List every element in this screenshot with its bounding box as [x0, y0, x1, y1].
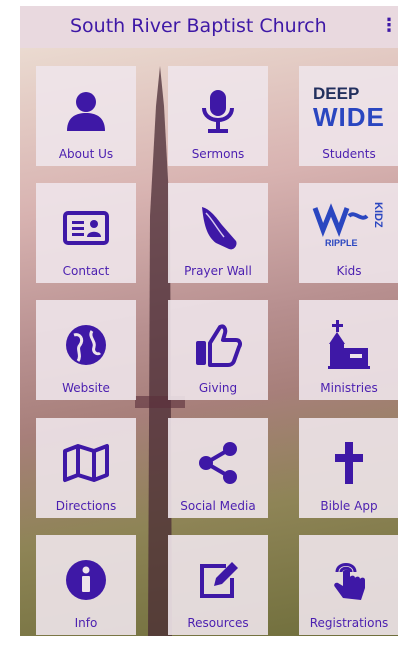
- tile-giving[interactable]: Giving: [168, 300, 268, 400]
- map-icon: [36, 438, 136, 488]
- tile-label: Directions: [55, 499, 117, 513]
- tile-label: Contact: [62, 264, 110, 278]
- touch-icon: [299, 555, 398, 605]
- tile-label: Registrations: [309, 616, 389, 630]
- tile-bible-app[interactable]: Bible App: [299, 418, 398, 518]
- logo-text: WIDE: [313, 102, 385, 132]
- deep-wide-logo: DEEP WIDE: [299, 78, 398, 138]
- tile-resources[interactable]: Resources: [168, 535, 268, 635]
- praying-hands-icon: [168, 203, 268, 253]
- tile-label: Resources: [187, 616, 249, 630]
- person-icon: [36, 86, 136, 136]
- tile-info[interactable]: Info: [36, 535, 136, 635]
- tile-label: Social Media: [180, 499, 256, 513]
- microphone-icon: [168, 86, 268, 136]
- tile-kids[interactable]: RIPPLE KIDZ Kids: [299, 183, 398, 283]
- globe-icon: [36, 320, 136, 370]
- logo-text: RIPPLE: [325, 238, 358, 248]
- edit-icon: [168, 555, 268, 605]
- cross-icon: [299, 438, 398, 488]
- tile-label: Prayer Wall: [184, 264, 252, 278]
- contact-card-icon: [36, 203, 136, 253]
- thumbs-up-icon: [168, 320, 268, 370]
- tile-sermons[interactable]: Sermons: [168, 66, 268, 166]
- tile-prayer-wall[interactable]: Prayer Wall: [168, 183, 268, 283]
- tile-students[interactable]: DEEP WIDE Students: [299, 66, 398, 166]
- tile-label: Giving: [198, 381, 238, 395]
- info-icon: [36, 555, 136, 605]
- tile-ministries[interactable]: Ministries: [299, 300, 398, 400]
- tile-directions[interactable]: Directions: [36, 418, 136, 518]
- church-icon: [299, 320, 398, 370]
- tile-label: Bible App: [320, 499, 378, 513]
- logo-text: KIDZ: [372, 202, 384, 228]
- tile-label: Kids: [336, 264, 362, 278]
- tile-website[interactable]: Website: [36, 300, 136, 400]
- tile-label: Ministries: [320, 381, 378, 395]
- tile-label: Website: [62, 381, 110, 395]
- overflow-menu-icon[interactable]: ⋮: [380, 16, 398, 36]
- tile-label: Students: [322, 147, 376, 161]
- logo-text: DEEP: [313, 84, 360, 103]
- tile-social-media[interactable]: Social Media: [168, 418, 268, 518]
- tile-label: Sermons: [191, 147, 245, 161]
- tile-contact[interactable]: Contact: [36, 183, 136, 283]
- tile-about-us[interactable]: About Us: [36, 66, 136, 166]
- app-header: South River Baptist Church ⋮: [20, 6, 398, 48]
- share-icon: [168, 438, 268, 488]
- tile-label: About Us: [58, 147, 114, 161]
- tile-label: Info: [74, 616, 98, 630]
- ripple-kidz-logo: RIPPLE KIDZ: [299, 195, 398, 257]
- app-title: South River Baptist Church: [70, 15, 327, 37]
- tile-registrations[interactable]: Registrations: [299, 535, 398, 635]
- app-screen: South River Baptist Church ⋮ About Us Se…: [20, 6, 398, 636]
